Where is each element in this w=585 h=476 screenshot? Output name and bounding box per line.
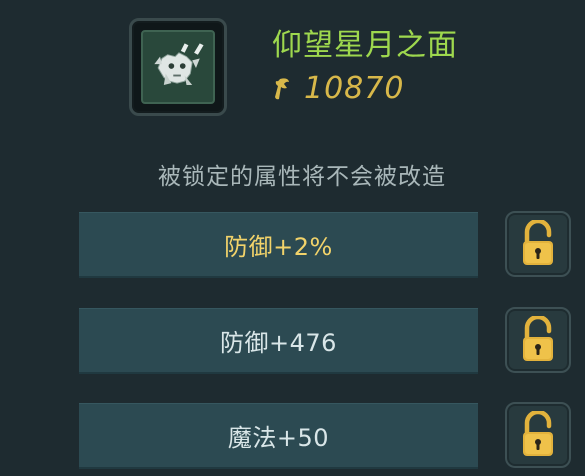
attribute-label: 防御+476 (220, 329, 337, 357)
attribute-row: 魔法+50 (79, 403, 478, 469)
item-price: 10870 (272, 72, 404, 106)
attribute-label: 魔法+50 (227, 424, 330, 452)
item-name: 仰望星月之面 (272, 28, 458, 63)
lock-toggle-button[interactable] (505, 211, 571, 277)
lock-notice: 被锁定的属性将不会被改造 (158, 164, 446, 190)
unlocked-padlock-icon (523, 411, 553, 456)
mask-icon (141, 30, 215, 104)
attribute-label: 防御+2% (224, 233, 333, 261)
item-icon-frame (129, 18, 227, 116)
lock-toggle-button[interactable] (505, 307, 571, 373)
unlocked-padlock-icon (523, 316, 553, 361)
attribute-row: 防御+476 (79, 308, 478, 374)
unlocked-padlock-icon (523, 220, 553, 265)
price-value: 10870 (304, 71, 405, 106)
lock-toggle-button[interactable] (505, 402, 571, 468)
currency-icon (272, 76, 294, 102)
attribute-row: 防御+2% (79, 212, 478, 278)
